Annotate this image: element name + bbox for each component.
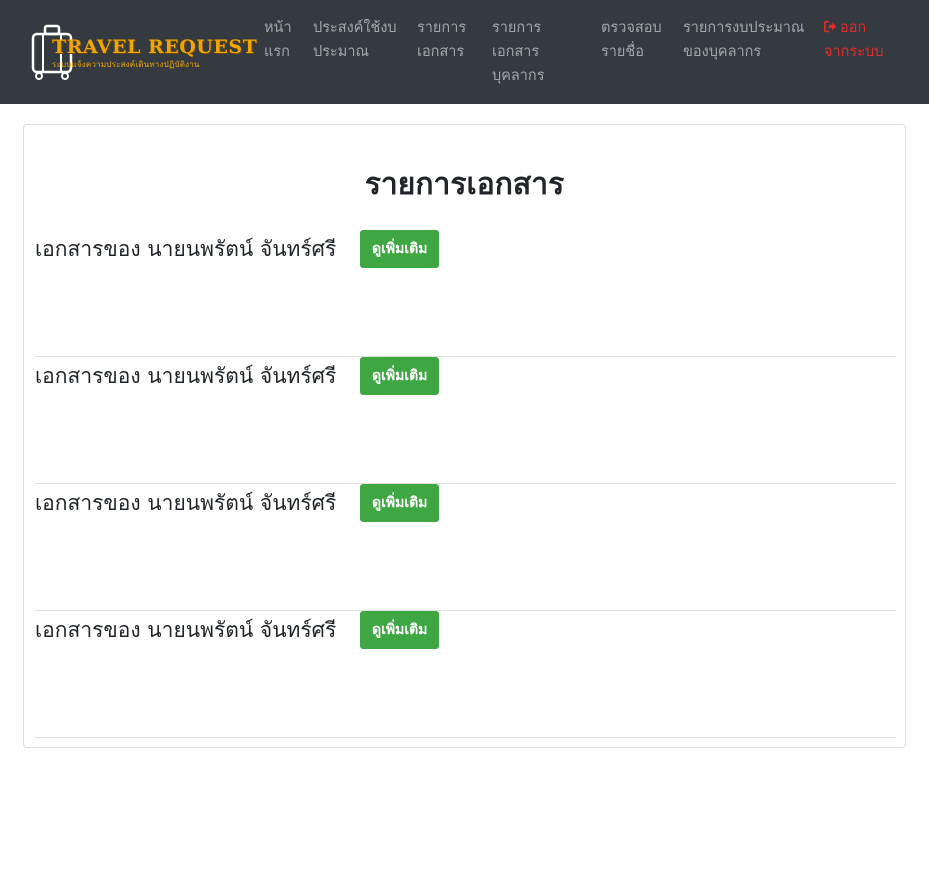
nav-documents-label-line2: เอกสาร [417,44,465,60]
nav-home-label-line1: หน้า [264,20,292,36]
nav-staff-documents[interactable]: รายการ เอกสาร บุคลากร [492,16,545,88]
nav-budget-request-label-line1: ประสงค์ใช้งบ [313,20,397,36]
document-row: เอกสารของ นายนพรัตน์ จันทร์ศรี ดูเพิ่มเต… [35,484,896,611]
nav-check-names-label-line1: ตรวจสอบ [601,20,662,36]
nav-documents-label-line1: รายการ [417,20,467,36]
view-more-button[interactable]: ดูเพิ่มเติม [360,611,440,649]
nav-budget-request-label-line2: ประมาณ [313,44,369,60]
view-more-button[interactable]: ดูเพิ่มเติม [360,357,440,395]
brand-title: TRAVEL REQUEST [52,36,258,58]
nav-staff-budget-label-line1: รายการงบประมาณ [683,20,805,36]
view-more-button[interactable]: ดูเพิ่มเติม [360,484,440,522]
nav-logout[interactable]: ออก จากระบบ [824,16,883,64]
nav-logout-label-line1: ออก [840,20,867,36]
document-label: เอกสารของ นายนพรัตน์ จันทร์ศรี [35,618,337,642]
nav-home-label-line2: แรก [264,44,290,60]
document-row: เอกสารของ นายนพรัตน์ จันทร์ศรี ดูเพิ่มเต… [35,357,896,484]
document-label: เอกสารของ นายนพรัตน์ จันทร์ศรี [35,237,337,261]
nav-staff-documents-label-line2: เอกสาร [492,44,540,60]
brand-logo[interactable]: TRAVEL REQUEST ระบบแจ้งความประสงค์เดินทา… [30,22,257,80]
nav-staff-documents-label-line1: รายการ [492,20,542,36]
document-row: เอกสารของ นายนพรัตน์ จันทร์ศรี ดูเพิ่มเต… [35,611,896,738]
document-label: เอกสารของ นายนพรัตน์ จันทร์ศรี [35,491,337,515]
documents-card: รายการเอกสาร เอกสารของ นายนพรัตน์ จันทร์… [23,124,906,748]
nav-check-names-label-line2: รายชื่อ [601,44,644,60]
nav-staff-budget[interactable]: รายการงบประมาณ ของบุคลากร [683,16,804,64]
view-more-button[interactable]: ดูเพิ่มเติม [360,230,440,268]
nav-check-names[interactable]: ตรวจสอบ รายชื่อ [601,16,662,64]
document-row: เอกสารของ นายนพรัตน์ จันทร์ศรี ดูเพิ่มเต… [35,230,896,357]
nav-home[interactable]: หน้า แรก [264,16,292,64]
nav-logout-label-line2: จากระบบ [824,44,884,60]
document-label: เอกสารของ นายนพรัตน์ จันทร์ศรี [35,364,337,388]
nav-staff-budget-label-line2: ของบุคลากร [683,44,762,60]
top-navbar: TRAVEL REQUEST ระบบแจ้งความประสงค์เดินทา… [0,0,929,104]
nav-staff-documents-label-line3: บุคลากร [492,68,545,84]
nav-budget-request[interactable]: ประสงค์ใช้งบ ประมาณ [313,16,397,64]
sign-out-icon [824,20,837,33]
brand-subtitle: ระบบแจ้งความประสงค์เดินทางปฏิบัติงาน [52,60,200,69]
nav-documents[interactable]: รายการ เอกสาร [417,16,466,64]
page-title: รายการเอกสาร [364,167,565,202]
